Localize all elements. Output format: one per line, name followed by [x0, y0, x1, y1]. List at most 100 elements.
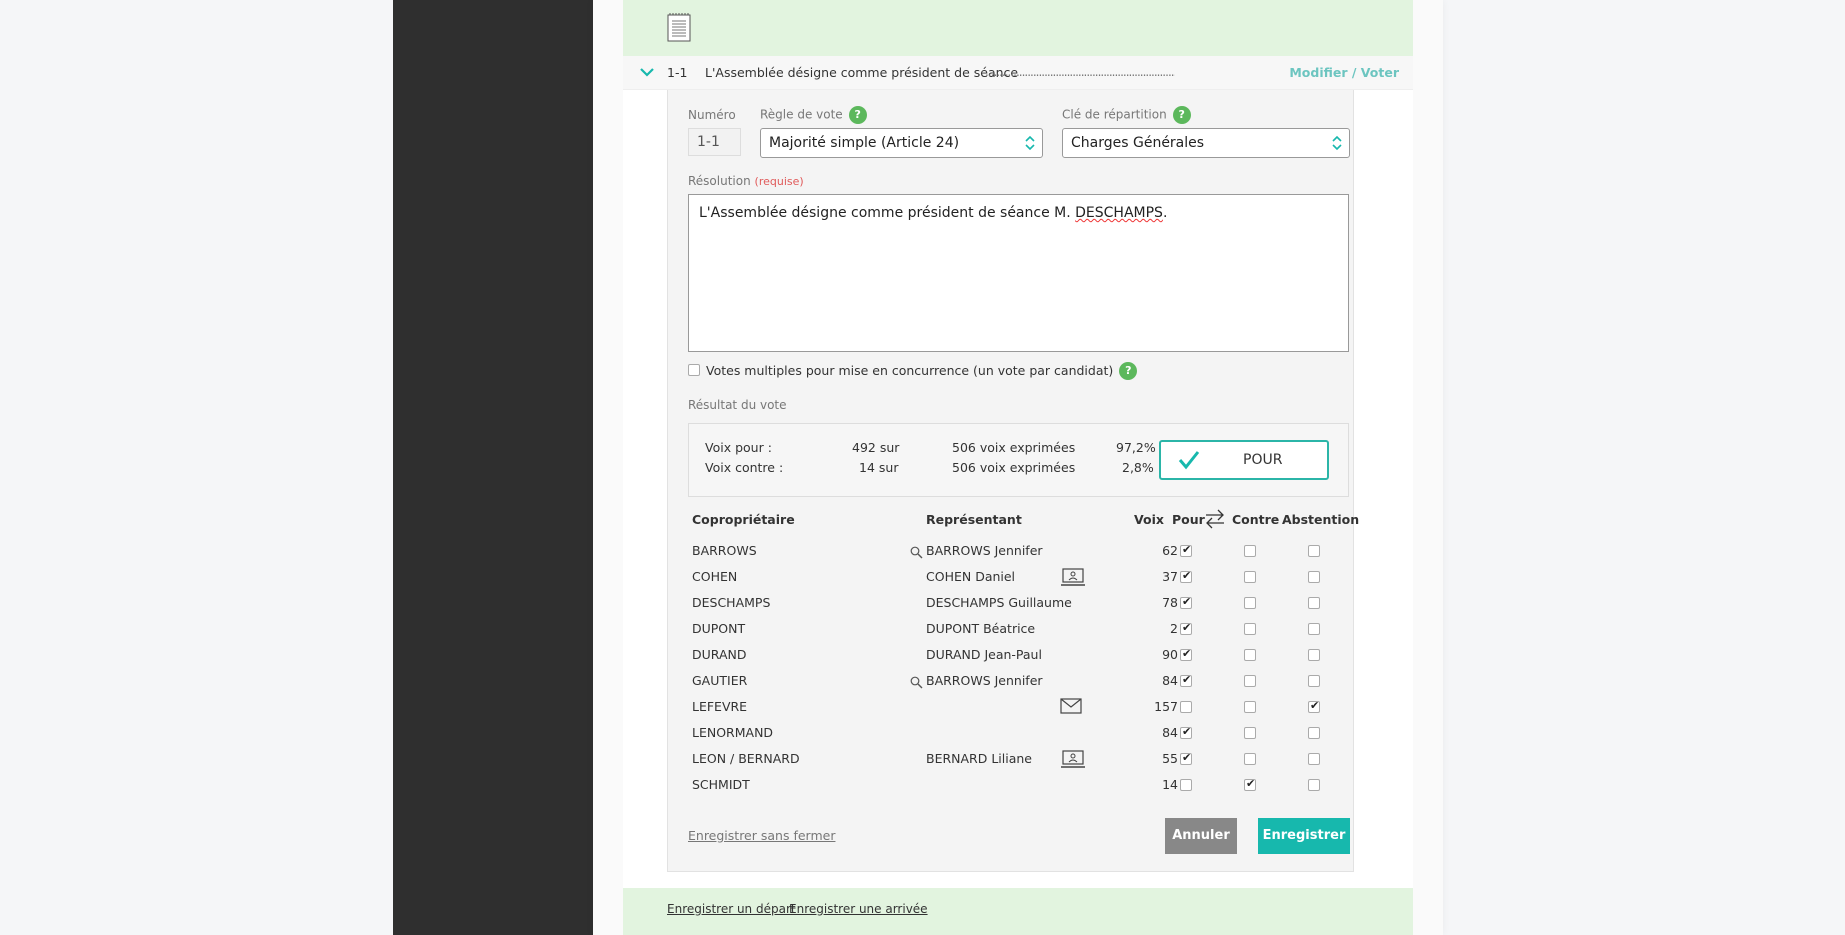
header-contre: Contre [1232, 512, 1280, 527]
save-button[interactable]: Enregistrer [1258, 818, 1350, 854]
decision-pour-button[interactable]: POUR [1159, 440, 1329, 480]
contre-count: 14 sur [859, 460, 899, 475]
voix-count: 14 [1162, 777, 1178, 792]
resolution-textarea[interactable]: L'Assemblée désigne comme président de s… [688, 194, 1349, 352]
document-icon[interactable] [667, 12, 691, 42]
resolution-text-flagged: DESCHAMPS [1075, 205, 1163, 221]
main-content: 1-1 L'Assemblée désigne comme président … [623, 0, 1413, 935]
pour-label: Voix pour : [705, 440, 772, 455]
representative-name: BERNARD Liliane [926, 751, 1032, 766]
header-pour: Pour [1172, 512, 1205, 527]
pour-checkbox[interactable] [1180, 725, 1192, 739]
contre-checkbox[interactable] [1244, 701, 1256, 713]
voix-count: 157 [1154, 699, 1178, 714]
resolution-item-header[interactable]: 1-1 L'Assemblée désigne comme président … [623, 56, 1413, 90]
table-row: DESCHAMPS DESCHAMPS Guillaume 78 [668, 590, 1353, 616]
abstention-checkbox[interactable] [1308, 649, 1320, 661]
pour-checkbox[interactable] [1180, 701, 1192, 713]
abstention-checkbox[interactable] [1308, 753, 1320, 765]
contre-checkbox[interactable] [1244, 545, 1256, 557]
cle-label: Clé de répartition? [1062, 106, 1191, 124]
abstention-checkbox[interactable] [1308, 545, 1320, 557]
pour-checkbox[interactable] [1180, 673, 1192, 687]
representative-name: DUPONT Béatrice [926, 621, 1036, 636]
cle-select[interactable]: Charges Générales [1062, 128, 1350, 158]
swap-arrows-icon[interactable] [1204, 509, 1226, 529]
pour-checkbox[interactable] [1180, 569, 1192, 583]
owner-name: GAUTIER [692, 673, 748, 688]
contre-checkbox[interactable] [1244, 727, 1256, 739]
table-row: DURAND DURAND Jean-Paul 90 [668, 642, 1353, 668]
table-row: GAUTIER BARROWS Jennifer 84 [668, 668, 1353, 694]
table-row: COHEN COHEN Daniel 37 [668, 564, 1353, 590]
mail-icon [1060, 698, 1082, 718]
search-icon[interactable] [910, 674, 923, 693]
resolution-text: L'Assemblée désigne comme président de s… [699, 205, 1076, 221]
owner-name: LENORMAND [692, 725, 774, 740]
header-coproprietaire: Copropriétaire [692, 512, 795, 527]
contre-checkbox[interactable] [1244, 597, 1256, 609]
multi-vote-label: Votes multiples pour mise en concurrence… [706, 362, 1114, 378]
contre-checkbox[interactable] [1244, 777, 1256, 791]
help-icon[interactable]: ? [1172, 106, 1191, 124]
contre-checkbox[interactable] [1244, 675, 1256, 687]
help-icon[interactable]: ? [848, 106, 867, 124]
contre-pct: 2,8% [1122, 460, 1154, 475]
representative-name: DESCHAMPS Guillaume [926, 595, 1072, 610]
voix-count: 62 [1162, 543, 1178, 558]
resolution-label: Résolution (requise) [688, 174, 804, 188]
decision-label: POUR [1243, 452, 1283, 468]
abstention-checkbox[interactable] [1308, 597, 1320, 609]
abstention-checkbox[interactable] [1308, 727, 1320, 739]
help-icon[interactable]: ? [1119, 362, 1138, 380]
pour-checkbox[interactable] [1180, 751, 1192, 765]
chevron-down-icon[interactable] [639, 66, 655, 78]
numero-label: Numéro [688, 108, 736, 122]
numero-input[interactable]: 1-1 [688, 128, 741, 156]
owner-name: COHEN [692, 569, 738, 584]
pour-checkbox[interactable] [1180, 779, 1192, 791]
vote-form-panel: Numéro Règle de vote? Clé de répartition… [667, 90, 1359, 872]
multi-vote-checkbox[interactable] [688, 364, 700, 376]
voix-count: 90 [1162, 647, 1178, 662]
owner-name: LEON / BERNARD [692, 751, 800, 766]
multi-vote-row: Votes multiples pour mise en concurrence… [688, 362, 1138, 380]
laptop-user-icon [1060, 568, 1086, 590]
save-without-close-link[interactable]: Enregistrer sans fermer [688, 828, 835, 843]
cancel-button[interactable]: Annuler [1165, 818, 1237, 854]
regle-value: Majorité simple (Article 24) [769, 135, 960, 151]
register-arrival-link[interactable]: Enregistrer une arrivée [789, 902, 928, 916]
regle-label: Règle de vote? [760, 106, 867, 124]
voix-count: 84 [1162, 725, 1178, 740]
representative-name: DURAND Jean-Paul [926, 647, 1042, 662]
representative-name: BARROWS Jennifer [926, 543, 1043, 558]
voix-count: 2 [1170, 621, 1178, 636]
pour-count: 492 sur [852, 440, 900, 455]
contre-checkbox[interactable] [1244, 753, 1256, 765]
abstention-checkbox[interactable] [1308, 623, 1320, 635]
contre-checkbox[interactable] [1244, 623, 1256, 635]
pour-checkbox[interactable] [1180, 595, 1192, 609]
pour-checkbox[interactable] [1180, 543, 1192, 557]
abstention-checkbox[interactable] [1308, 675, 1320, 687]
abstention-checkbox[interactable] [1308, 699, 1320, 713]
contre-checkbox[interactable] [1244, 649, 1256, 661]
representative-name: COHEN Daniel [926, 569, 1016, 584]
owner-name: DURAND [692, 647, 747, 662]
header-representant: Représentant [926, 512, 1022, 527]
abstention-checkbox[interactable] [1308, 571, 1320, 583]
pour-checkbox[interactable] [1180, 621, 1192, 635]
owner-name: DESCHAMPS [692, 595, 771, 610]
table-row: LENORMAND 84 [668, 720, 1353, 746]
pour-checkbox[interactable] [1180, 647, 1192, 661]
pour-total: 506 voix exprimées [952, 440, 1076, 455]
search-icon[interactable] [910, 544, 923, 563]
register-departure-link[interactable]: Enregistrer un départ [667, 902, 796, 916]
modify-vote-link[interactable]: Modifier / Voter [1289, 65, 1399, 80]
regle-select[interactable]: Majorité simple (Article 24) [760, 128, 1043, 158]
contre-checkbox[interactable] [1244, 571, 1256, 583]
check-icon [1178, 451, 1200, 470]
owner-name: LEFEVRE [692, 699, 748, 714]
abstention-checkbox[interactable] [1308, 779, 1320, 791]
dark-sidebar [393, 0, 593, 935]
